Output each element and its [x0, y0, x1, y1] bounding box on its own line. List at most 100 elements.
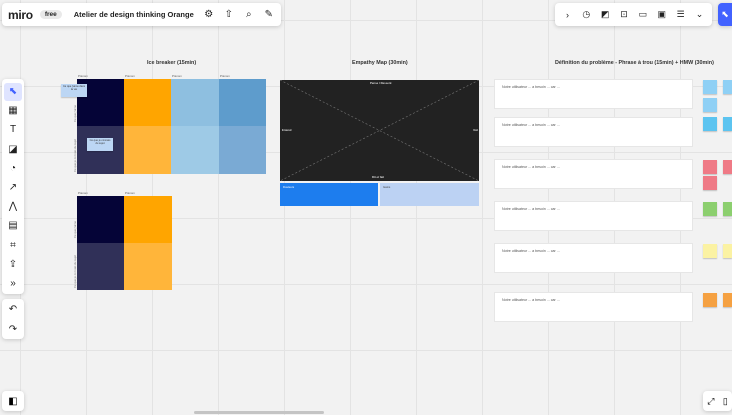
redo-button[interactable]: ↷: [4, 320, 22, 338]
collaboration-bar: › ◷ ◩ ⊡ ▭ ▣ ☰ ⌄: [555, 3, 712, 26]
sticky-note-tool[interactable]: ◪: [4, 140, 22, 158]
cursor-icon: ⬉: [721, 9, 729, 19]
upload-icon[interactable]: ⇧: [220, 6, 238, 24]
column-label: Prénom: [220, 74, 230, 78]
sticky-share-icon[interactable]: ◩: [597, 6, 613, 24]
grid-cell[interactable]: [124, 196, 172, 243]
column-label: Prénom: [78, 74, 88, 78]
problem-card[interactable]: Notre utilisateur ... a besoin ... car .…: [494, 201, 693, 231]
more-tools[interactable]: »: [4, 274, 22, 292]
pains-box[interactable]: Douleurs: [280, 183, 378, 206]
screen-icon[interactable]: ⊡: [616, 6, 632, 24]
miro-logo[interactable]: miro: [8, 8, 33, 22]
comment-icon[interactable]: ▭: [635, 6, 651, 24]
arrow-tool[interactable]: ↗: [4, 179, 22, 197]
list-icon[interactable]: ☰: [673, 6, 689, 24]
sidebar-icon: ◧: [8, 395, 18, 407]
double-chevron-down-icon[interactable]: ⌄: [692, 6, 708, 24]
text-icon: T: [9, 124, 17, 136]
select-icon: ⬉: [8, 86, 18, 98]
redo-icon: ↷: [8, 323, 18, 335]
row-label: Ce que j'aime: [73, 220, 77, 238]
undo-redo-panel: ↶ ↷: [2, 299, 24, 339]
upload-tool[interactable]: ⇪: [4, 255, 22, 273]
column-label: Prénom: [172, 74, 182, 78]
search-icon[interactable]: ⌕: [240, 6, 258, 24]
text-tool[interactable]: T: [4, 121, 22, 139]
hmw-sticky[interactable]: [703, 80, 717, 94]
undo-icon: ↶: [8, 303, 18, 315]
problem-card[interactable]: Notre utilisateur ... a besoin ... car .…: [494, 79, 693, 109]
plan-badge[interactable]: free: [39, 10, 62, 19]
frame-title-problem[interactable]: Définition du problème - Phrase à trou (…: [555, 60, 714, 66]
row-label: Ce que je connais du sujet: [73, 139, 77, 172]
grid-cell[interactable]: [171, 126, 219, 174]
column-label: Prénom: [125, 74, 135, 78]
frame-title-empathy[interactable]: Empathy Map (30min): [352, 60, 408, 66]
board-title[interactable]: Atelier de design thinking Orange: [74, 10, 194, 19]
pen-icon: ⋀: [8, 201, 18, 213]
problem-card[interactable]: Notre utilisateur ... a besoin ... car .…: [494, 292, 693, 322]
notes-icon[interactable]: ▣: [654, 6, 670, 24]
grid-cell[interactable]: [124, 79, 171, 126]
templates-icon: ▦: [8, 105, 18, 117]
problem-card[interactable]: Notre utilisateur ... a besoin ... car .…: [494, 117, 693, 147]
comment-tool[interactable]: ▤: [4, 217, 22, 235]
grid-cell[interactable]: [219, 79, 266, 126]
zoom-panel: ⤢ ▯: [703, 391, 732, 411]
magic-icon[interactable]: ✎: [260, 6, 278, 24]
frame-tool[interactable]: ⌗: [4, 236, 22, 254]
upload-tool-icon: ⇪: [8, 258, 18, 270]
hmw-sticky[interactable]: [703, 202, 717, 216]
sticky-note[interactable]: Ce que j'aime dans la vie: [61, 84, 87, 97]
top-bar: miro free Atelier de design thinking Ora…: [2, 3, 281, 26]
empathy-bottom-label: Dit et fait: [372, 175, 384, 179]
grid-cell[interactable]: [77, 243, 124, 290]
grid-cell[interactable]: [171, 79, 219, 126]
sticky-note-icon: ◪: [8, 143, 18, 155]
settings-icon[interactable]: ⚙: [200, 6, 218, 24]
empathy-right-label: Voit: [473, 128, 479, 132]
frame-title-icebreaker[interactable]: Ice breaker (15min): [147, 60, 196, 66]
empathy-top-label: Pense / Ressent: [370, 81, 392, 85]
timer-icon[interactable]: ◷: [578, 6, 594, 24]
hmw-sticky[interactable]: [723, 244, 732, 258]
shapes-tool[interactable]: ◔: [4, 159, 22, 177]
hmw-sticky[interactable]: [703, 176, 717, 190]
gains-box[interactable]: Gains: [380, 183, 479, 206]
hmw-sticky[interactable]: [723, 80, 732, 94]
hmw-sticky[interactable]: [703, 293, 717, 307]
problem-card[interactable]: Notre utilisateur ... a besoin ... car .…: [494, 159, 693, 189]
hmw-sticky[interactable]: [723, 202, 732, 216]
problem-card[interactable]: Notre utilisateur ... a besoin ... car .…: [494, 243, 693, 273]
frame-icon: ⌗: [10, 239, 16, 251]
hmw-sticky[interactable]: [703, 117, 717, 131]
select-tool[interactable]: ⬉: [4, 82, 22, 101]
chevron-right-icon[interactable]: ›: [559, 6, 575, 24]
share-button[interactable]: ⬉: [718, 3, 732, 26]
row-label: Ce que j'aime: [73, 104, 77, 122]
hmw-sticky[interactable]: [703, 98, 717, 112]
undo-button[interactable]: ↶: [4, 300, 22, 318]
minimap-icon[interactable]: ▯: [723, 396, 728, 407]
board-panel-toggle[interactable]: ◧: [2, 391, 24, 411]
more-icon: »: [10, 277, 16, 289]
hmw-sticky[interactable]: [723, 160, 732, 174]
fit-screen-icon[interactable]: ⤢: [707, 396, 714, 407]
hmw-sticky[interactable]: [723, 117, 732, 131]
hmw-sticky[interactable]: [703, 244, 717, 258]
grid-cell[interactable]: [124, 126, 171, 174]
sticky-note[interactable]: Ce que je connais du sujet: [87, 138, 113, 151]
templates-tool[interactable]: ▦: [4, 102, 22, 120]
horizontal-scrollbar[interactable]: [194, 411, 324, 414]
comment-tool-icon: ▤: [8, 220, 18, 232]
hmw-sticky[interactable]: [723, 293, 732, 307]
empathy-diagonals: [280, 80, 479, 181]
grid-cell[interactable]: [77, 196, 124, 243]
pen-tool[interactable]: ⋀: [4, 198, 22, 216]
empathy-map[interactable]: Pense / Ressent Entend Voit Dit et fait: [280, 80, 479, 181]
grid-cell[interactable]: [124, 243, 172, 290]
hmw-sticky[interactable]: [703, 160, 717, 174]
arrow-icon: ↗: [8, 182, 18, 194]
grid-cell[interactable]: [219, 126, 266, 174]
